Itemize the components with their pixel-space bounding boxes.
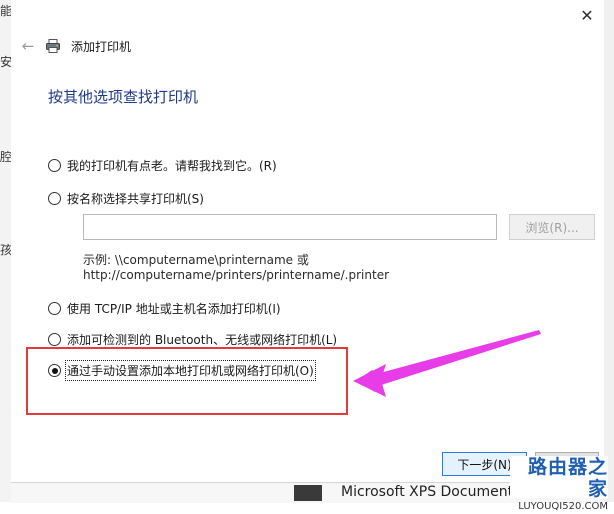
watermark: 路由器之家 LUYOUQI520.COM bbox=[510, 456, 608, 512]
watermark-url: LUYOUQI520.COM bbox=[518, 501, 608, 512]
magenta-arrow-icon bbox=[353, 330, 541, 397]
watermark-title: 路由器之家 bbox=[527, 456, 608, 500]
